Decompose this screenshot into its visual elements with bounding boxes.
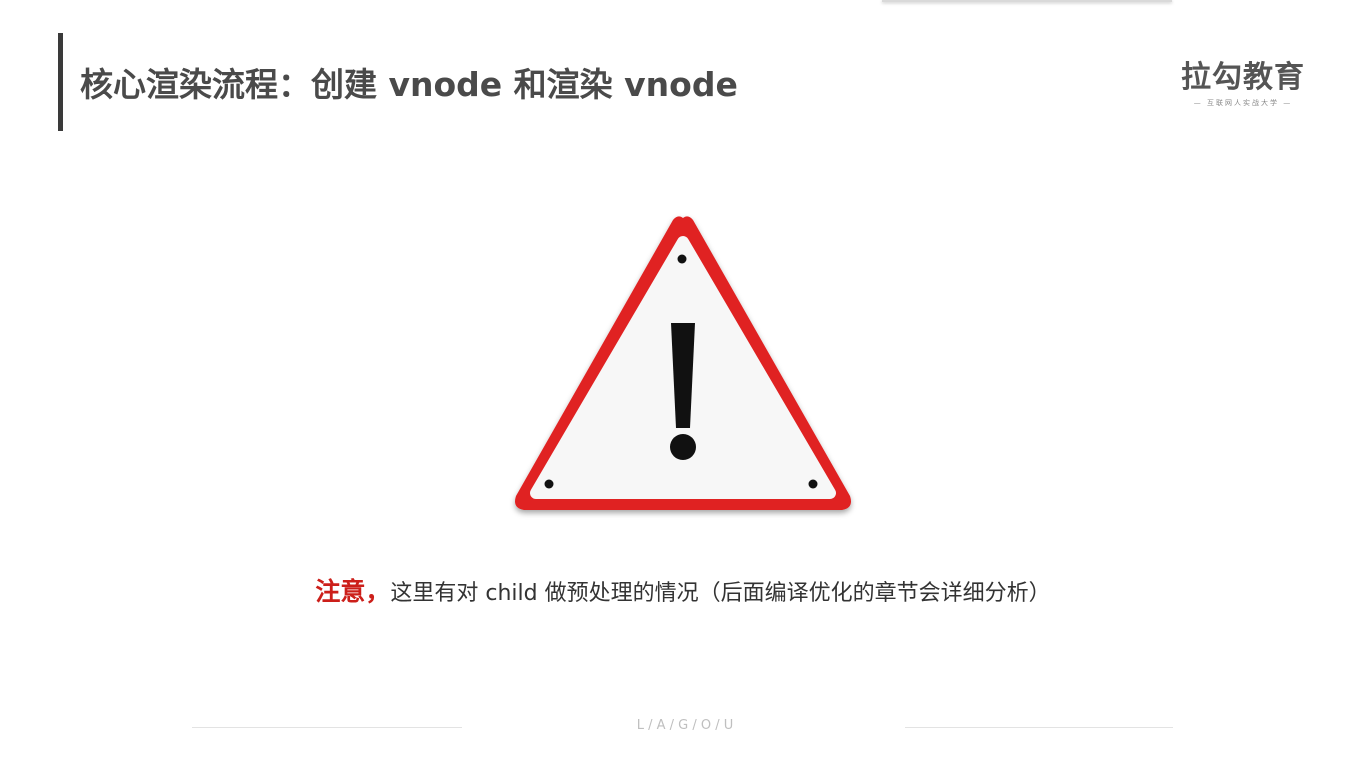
warning-triangle-icon [508,210,858,520]
brand-logo: 拉勾教育 — 互联网人实战大学 — [1178,60,1308,108]
logo-text: 拉勾教育 [1181,60,1305,95]
note-text: 这里有对 child 做预处理的情况（后面编译优化的章节会详细分析） [390,581,1051,606]
title-accent-bar [58,33,63,131]
footer-divider-left [192,727,462,728]
logo-tagline: — 互联网人实战大学 — [1193,99,1293,107]
top-edge-bar [882,0,1172,2]
footer-divider-right [905,727,1173,728]
note-label: 注意， [315,577,391,606]
footer-brand: L / A / G / O / U [636,718,734,733]
note-line: 注意，这里有对 child 做预处理的情况（后面编译优化的章节会详细分析） [0,572,1366,608]
page-title: 核心渲染流程：创建 vnode 和渲染 vnode [80,65,738,104]
